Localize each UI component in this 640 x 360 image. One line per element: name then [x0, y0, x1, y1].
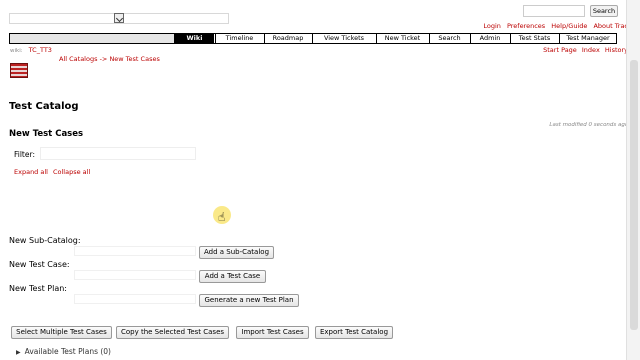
catalog-icon: [10, 63, 28, 78]
filter-label: Filter:: [14, 150, 35, 159]
main-navigation: Wiki Timeline Roadmap View Tickets New T…: [9, 33, 617, 44]
tree-controls: Expand all Collapse all: [14, 168, 90, 176]
tab-search[interactable]: Search: [429, 34, 469, 43]
tab-test-stats[interactable]: Test Stats: [510, 34, 558, 43]
context-page: wiki: TC_TT3: [10, 46, 52, 54]
history-link[interactable]: History: [605, 46, 628, 54]
available-test-plans-toggle[interactable]: ▶ Available Test Plans (0): [16, 347, 111, 356]
expand-triangle-icon: ▶: [16, 349, 21, 356]
help-guide-link[interactable]: Help/Guide: [551, 22, 587, 30]
start-page-link[interactable]: Start Page: [543, 46, 577, 54]
new-test-case-label: New Test Case:: [9, 260, 70, 269]
tab-test-manager[interactable]: Test Manager: [559, 34, 616, 43]
breadcrumb-current[interactable]: New Test Cases: [109, 55, 159, 63]
breadcrumb-separator: ->: [99, 55, 108, 63]
index-link[interactable]: Index: [582, 46, 600, 54]
filter-input[interactable]: [40, 147, 196, 160]
new-test-case-input[interactable]: [74, 270, 196, 280]
add-test-case-button[interactable]: Add a Test Case: [199, 270, 266, 283]
new-sub-catalog-input[interactable]: [74, 246, 196, 256]
page-title: Test Catalog: [9, 101, 79, 112]
vertical-scrollbar[interactable]: [626, 0, 640, 360]
new-sub-catalog-label: New Sub-Catalog:: [9, 236, 81, 245]
scrollbar-thumb[interactable]: [630, 60, 638, 330]
export-test-catalog-button[interactable]: Export Test Catalog: [315, 326, 393, 339]
meta-navigation: Login Preferences Help/Guide About Trac: [479, 22, 628, 30]
copy-selected-button[interactable]: Copy the Selected Test Cases: [116, 326, 229, 339]
add-sub-catalog-button[interactable]: Add a Sub-Catalog: [199, 246, 274, 259]
collapse-all-link[interactable]: Collapse all: [53, 168, 90, 176]
search-input[interactable]: [523, 5, 585, 17]
tab-wiki[interactable]: Wiki: [174, 34, 214, 43]
about-trac-link[interactable]: About Trac: [593, 22, 628, 30]
tab-roadmap[interactable]: Roadmap: [264, 34, 311, 43]
available-test-plans-label: Available Test Plans (0): [24, 347, 111, 356]
last-modified: Last modified 0 seconds ago.: [549, 122, 630, 128]
context-navigation: Start Page Index History: [540, 46, 628, 54]
tab-admin[interactable]: Admin: [470, 34, 509, 43]
login-link[interactable]: Login: [483, 22, 501, 30]
nav-background: [10, 34, 174, 43]
hand-cursor-icon: ☝: [218, 210, 226, 224]
generate-test-plan-button[interactable]: Generate a new Test Plan: [199, 294, 299, 307]
select-multiple-button[interactable]: Select Multiple Test Cases: [11, 326, 112, 339]
section-title: New Test Cases: [9, 129, 84, 139]
new-test-plan-input[interactable]: [74, 294, 196, 304]
wiki-label: wiki:: [10, 48, 23, 54]
breadcrumb-all-catalogs[interactable]: All Catalogs: [59, 55, 97, 63]
preferences-link[interactable]: Preferences: [507, 22, 545, 30]
new-test-plan-label: New Test Plan:: [9, 284, 68, 293]
page-name-link[interactable]: TC_TT3: [29, 46, 52, 54]
expand-all-link[interactable]: Expand all: [14, 168, 48, 176]
breadcrumb: All Catalogs -> New Test Cases: [59, 55, 160, 63]
broken-image-icon: [114, 13, 124, 23]
tab-timeline[interactable]: Timeline: [215, 34, 263, 43]
import-test-cases-button[interactable]: Import Test Cases: [236, 326, 309, 339]
tab-new-ticket[interactable]: New Ticket: [376, 34, 428, 43]
search-button[interactable]: Search: [590, 5, 618, 17]
tab-view-tickets[interactable]: View Tickets: [312, 34, 375, 43]
